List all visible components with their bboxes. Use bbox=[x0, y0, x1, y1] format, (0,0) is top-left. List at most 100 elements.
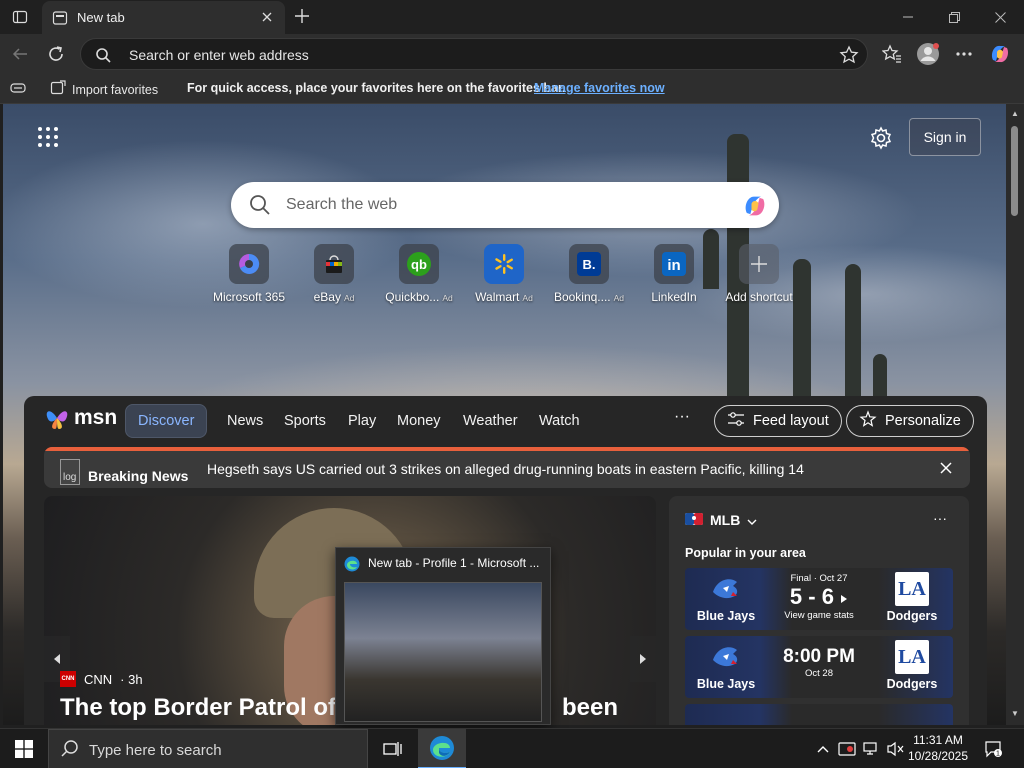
web-search-box[interactable]: Search the web bbox=[231, 182, 779, 228]
close-tab-icon[interactable] bbox=[258, 8, 276, 26]
shortcut-booking[interactable]: B. Bookinq.... Ad bbox=[546, 244, 632, 304]
shortcut-add[interactable]: Add shortcut bbox=[716, 244, 802, 304]
shortcut-ebay[interactable]: eBay Ad bbox=[291, 244, 377, 304]
gear-icon[interactable] bbox=[869, 126, 893, 150]
close-window-icon[interactable] bbox=[980, 4, 1020, 30]
game-row[interactable] bbox=[685, 704, 953, 725]
breaking-news-headline[interactable]: Hegseth says US carried out 3 strikes on… bbox=[207, 461, 804, 477]
favorite-star-icon[interactable] bbox=[839, 45, 859, 70]
tab-new-tab[interactable]: New tab bbox=[42, 1, 285, 34]
game-row[interactable]: Blue Jays 8:00 PM Oct 28 LA Dodgers bbox=[685, 636, 953, 698]
shortcut-linkedin[interactable]: in LinkedIn bbox=[631, 244, 717, 304]
tab-label: Play bbox=[348, 413, 377, 429]
personalize-button[interactable]: Personalize bbox=[846, 405, 974, 437]
scroll-up-icon[interactable]: ▲ bbox=[1010, 108, 1020, 118]
edge-icon bbox=[344, 556, 360, 572]
article-headline[interactable]: The top Border Patrol offi bbox=[60, 694, 351, 722]
tab-news[interactable]: News bbox=[227, 404, 263, 438]
source-name: CNN bbox=[84, 671, 113, 687]
away-team: Blue Jays bbox=[691, 568, 761, 630]
taskbar-window-preview[interactable]: New tab - Profile 1 - Microsoft ... bbox=[335, 547, 551, 725]
dodgers-logo-icon: LA bbox=[895, 572, 929, 606]
feed-layout-button[interactable]: Feed layout bbox=[714, 405, 842, 437]
home-team: LA Dodgers bbox=[877, 636, 947, 698]
windows-start-icon[interactable] bbox=[0, 729, 48, 768]
tab-sports[interactable]: Sports bbox=[284, 404, 326, 438]
game-row[interactable]: Blue Jays Final · Oct 27 5 - 6 View game… bbox=[685, 568, 953, 630]
copilot-icon[interactable] bbox=[988, 42, 1012, 66]
scrollbar-thumb[interactable] bbox=[1011, 126, 1018, 216]
notifications-icon[interactable]: 1 bbox=[983, 739, 1003, 759]
search-icon bbox=[61, 740, 79, 763]
settings-more-icon[interactable] bbox=[952, 42, 976, 66]
personalize-label: Personalize bbox=[885, 413, 961, 429]
task-view-icon[interactable] bbox=[368, 729, 416, 768]
tab-watch[interactable]: Watch bbox=[539, 404, 580, 438]
shortcut-label: Microsoft 365 bbox=[212, 290, 286, 304]
apps-grid-icon[interactable] bbox=[37, 126, 59, 148]
system-clock[interactable]: 11:31 AM 10/28/2025 bbox=[906, 732, 970, 764]
breaking-news-banner[interactable]: log Breaking News Hegseth says US carrie… bbox=[44, 447, 970, 488]
address-placeholder: Search or enter web address bbox=[129, 47, 309, 63]
walmart-icon bbox=[484, 244, 524, 284]
clock-date: 10/28/2025 bbox=[907, 749, 969, 763]
article-headline-tail[interactable]: been bbox=[562, 694, 618, 722]
web-search-placeholder: Search the web bbox=[286, 196, 398, 213]
toolbar: Search or enter web address bbox=[0, 34, 1024, 74]
new-tab-plus-icon[interactable] bbox=[291, 5, 313, 27]
shortcut-label: Bookinq.... bbox=[553, 290, 611, 304]
background-cactus bbox=[845, 264, 861, 404]
tab-play[interactable]: Play bbox=[348, 404, 376, 438]
msn-logo[interactable]: msn bbox=[44, 405, 117, 431]
windows-taskbar: Type here to search 11:31 AM 10/28/2025 … bbox=[0, 728, 1024, 768]
close-icon[interactable] bbox=[940, 461, 952, 479]
cnn-logo-icon: CNN bbox=[60, 671, 76, 687]
sign-in-button[interactable]: Sign in bbox=[909, 118, 981, 156]
volume-muted-icon[interactable] bbox=[885, 739, 905, 759]
favorites-icon[interactable] bbox=[880, 42, 904, 66]
mlb-subtitle: Popular in your area bbox=[685, 546, 806, 560]
page-scrollbar[interactable]: ▲ ▼ bbox=[1006, 104, 1024, 725]
scroll-down-icon[interactable]: ▼ bbox=[1010, 708, 1020, 718]
game-footer[interactable]: View game stats bbox=[765, 610, 873, 621]
new-tab-favicon-icon bbox=[52, 10, 68, 26]
taskbar-search-box[interactable]: Type here to search bbox=[48, 729, 368, 768]
copilot-icon[interactable] bbox=[741, 192, 769, 220]
shortcut-walmart[interactable]: Walmart Ad bbox=[461, 244, 547, 304]
tab-money[interactable]: Money bbox=[397, 404, 441, 438]
restore-icon[interactable] bbox=[934, 4, 974, 30]
shortcut-microsoft-365[interactable]: Microsoft 365 bbox=[206, 244, 292, 304]
plus-icon bbox=[739, 244, 779, 284]
tab-discover[interactable]: Discover bbox=[125, 404, 208, 438]
network-icon[interactable] bbox=[861, 739, 881, 759]
ad-badge: Ad bbox=[343, 293, 355, 303]
chevron-up-icon[interactable] bbox=[813, 739, 833, 759]
profile-avatar-icon[interactable] bbox=[916, 42, 940, 66]
tab-actions-icon[interactable] bbox=[6, 4, 34, 30]
tab-weather[interactable]: Weather bbox=[463, 404, 518, 438]
refresh-icon[interactable] bbox=[42, 40, 70, 68]
manage-favorites-link[interactable]: Manage favorites now bbox=[534, 81, 665, 95]
import-favorites-button[interactable]: Import favorites bbox=[50, 80, 158, 99]
address-bar[interactable]: Search or enter web address bbox=[80, 38, 868, 70]
mlb-league-selector[interactable]: MLB bbox=[685, 512, 757, 528]
back-arrow-icon[interactable] bbox=[6, 40, 34, 68]
import-icon bbox=[50, 80, 66, 99]
mlb-more-button[interactable]: ··· bbox=[933, 510, 947, 526]
taskbar-edge-icon[interactable] bbox=[418, 729, 466, 768]
minimize-icon[interactable] bbox=[888, 4, 928, 30]
away-team: Blue Jays bbox=[691, 636, 761, 698]
away-team-name: Blue Jays bbox=[696, 609, 756, 623]
favorites-bar-menu-icon[interactable] bbox=[10, 81, 26, 98]
quickbooks-icon: qb bbox=[399, 244, 439, 284]
sparkle-star-icon bbox=[859, 410, 877, 432]
nav-more-button[interactable]: ··· bbox=[674, 408, 690, 426]
game-score: Final · Oct 27 5 - 6 View game stats bbox=[765, 568, 873, 630]
shortcut-label: Walmart bbox=[475, 290, 520, 304]
carousel-next-icon[interactable] bbox=[630, 636, 656, 682]
home-team-name: Dodgers bbox=[886, 609, 938, 623]
security-icon[interactable] bbox=[837, 739, 857, 759]
clock-time: 11:31 AM bbox=[913, 733, 963, 747]
shortcut-quickbooks[interactable]: qb Quickbo... Ad bbox=[376, 244, 462, 304]
ad-badge: Ad bbox=[442, 293, 453, 303]
